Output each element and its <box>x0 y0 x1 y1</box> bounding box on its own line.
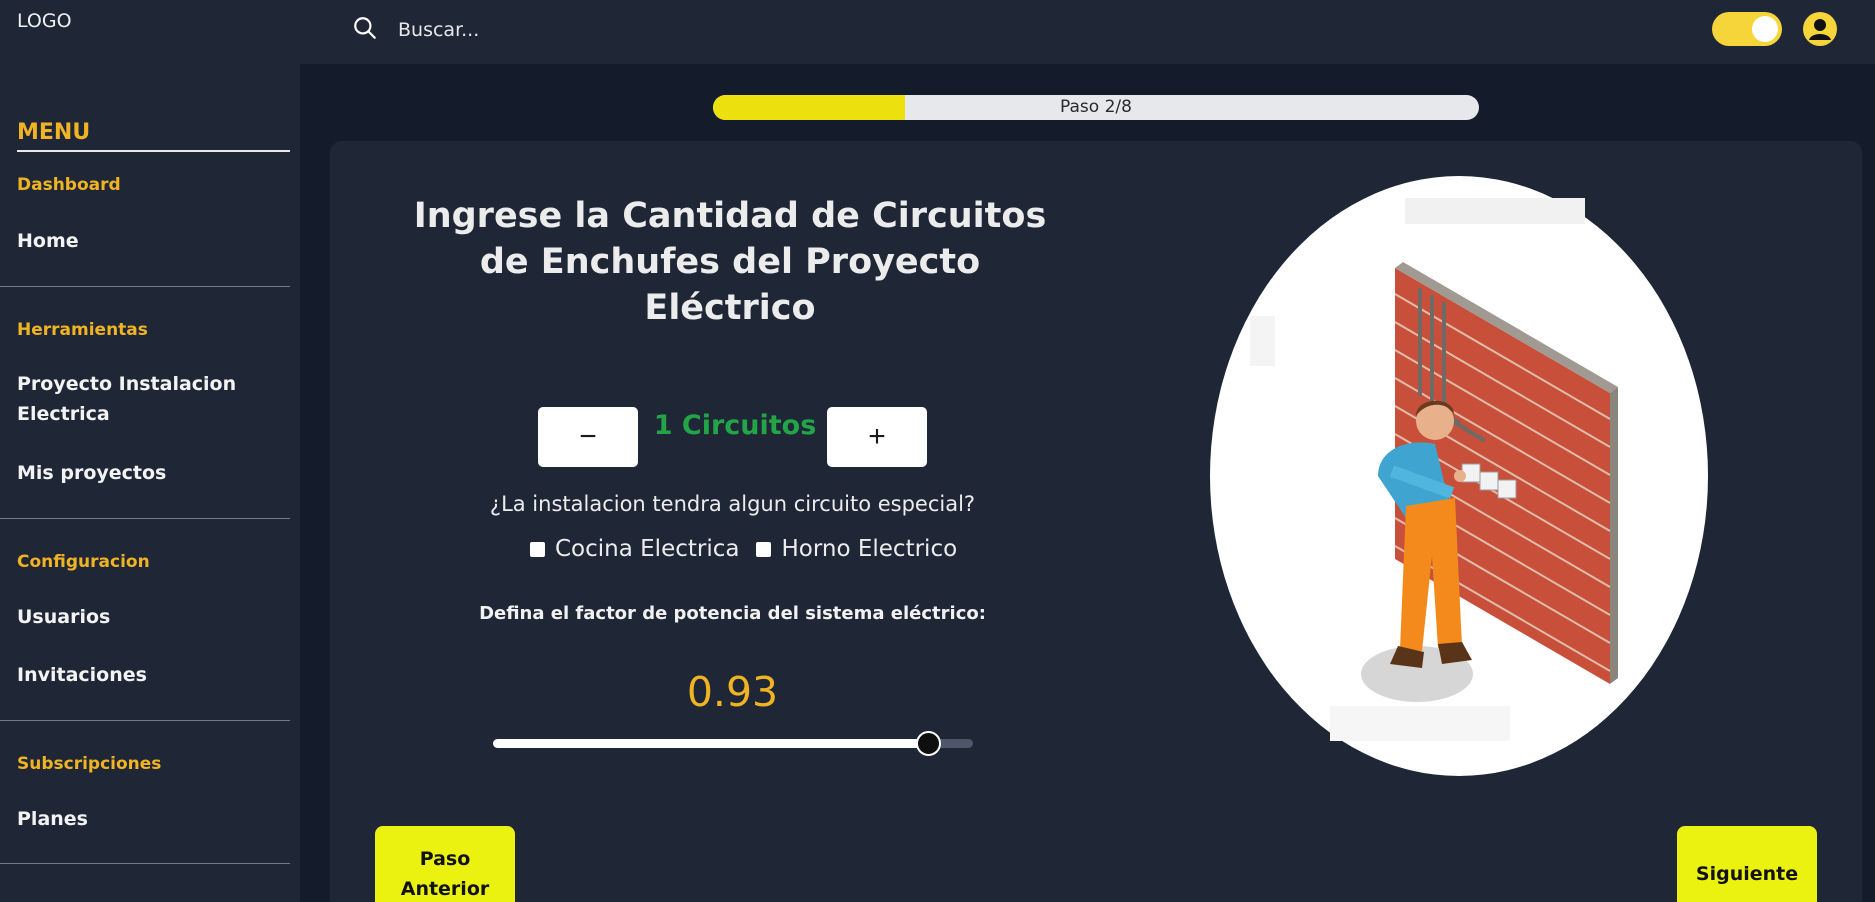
previous-step-button[interactable]: Paso Anterior <box>375 826 515 902</box>
search-bar[interactable] <box>352 15 798 45</box>
sidebar-item-planes[interactable]: Planes <box>17 804 267 834</box>
circuit-count: 1 Circuitos <box>653 410 817 441</box>
checkbox-label-horno[interactable]: Horno Electrico <box>781 536 957 562</box>
section-label-configuracion: Configuracion <box>17 552 150 572</box>
power-factor-slider[interactable] <box>493 731 973 756</box>
search-input[interactable] <box>398 19 798 41</box>
page-title: Ingrese la Cantidad de Circuitos de Ench… <box>413 196 1047 328</box>
special-circuit-options: Cocina Electrica Horno Electrico <box>530 536 957 562</box>
menu-title: MENU <box>17 120 91 145</box>
menu-underline <box>17 150 290 152</box>
toggle-knob <box>1752 16 1778 42</box>
sidebar-item-invitaciones[interactable]: Invitaciones <box>17 660 267 690</box>
logo[interactable]: LOGO <box>17 10 72 32</box>
section-label-subscripciones: Subscripciones <box>17 754 162 774</box>
special-circuit-question: ¿La instalacion tendra algun circuito es… <box>489 492 976 516</box>
electrician-illustration <box>1210 176 1708 776</box>
search-icon[interactable] <box>352 15 378 45</box>
divider <box>0 863 290 864</box>
slider-thumb[interactable] <box>916 731 942 756</box>
sidebar-item-mis-proyectos[interactable]: Mis proyectos <box>17 458 267 488</box>
sidebar: MENU Dashboard Home Herramientas Proyect… <box>0 64 300 902</box>
checkbox-horno[interactable] <box>756 541 772 557</box>
sidebar-item-usuarios[interactable]: Usuarios <box>17 602 267 632</box>
user-avatar-icon[interactable] <box>1803 12 1837 46</box>
divider <box>0 518 290 519</box>
top-header: LOGO <box>0 0 1875 64</box>
slider-fill <box>493 739 929 748</box>
section-label-herramientas: Herramientas <box>17 320 148 340</box>
increment-button[interactable]: + <box>827 407 927 467</box>
progress-label: Paso 2/8 <box>1060 97 1132 117</box>
decrement-button[interactable]: − <box>538 407 638 467</box>
step-progress-bar: Paso 2/8 <box>713 95 1479 120</box>
theme-toggle[interactable] <box>1712 12 1782 46</box>
divider <box>0 720 290 721</box>
checkbox-cocina[interactable] <box>530 541 545 557</box>
section-label-dashboard: Dashboard <box>17 175 121 195</box>
divider <box>0 286 290 287</box>
sidebar-item-home[interactable]: Home <box>17 226 267 256</box>
sidebar-item-proyecto-instalacion[interactable]: Proyecto Instalacion Electrica <box>17 369 267 429</box>
checkbox-label-cocina[interactable]: Cocina Electrica <box>555 536 739 562</box>
next-step-button[interactable]: Siguiente <box>1677 826 1817 902</box>
power-factor-value: 0.93 <box>686 668 779 716</box>
power-factor-label: Defina el factor de potencia del sistema… <box>479 603 986 624</box>
